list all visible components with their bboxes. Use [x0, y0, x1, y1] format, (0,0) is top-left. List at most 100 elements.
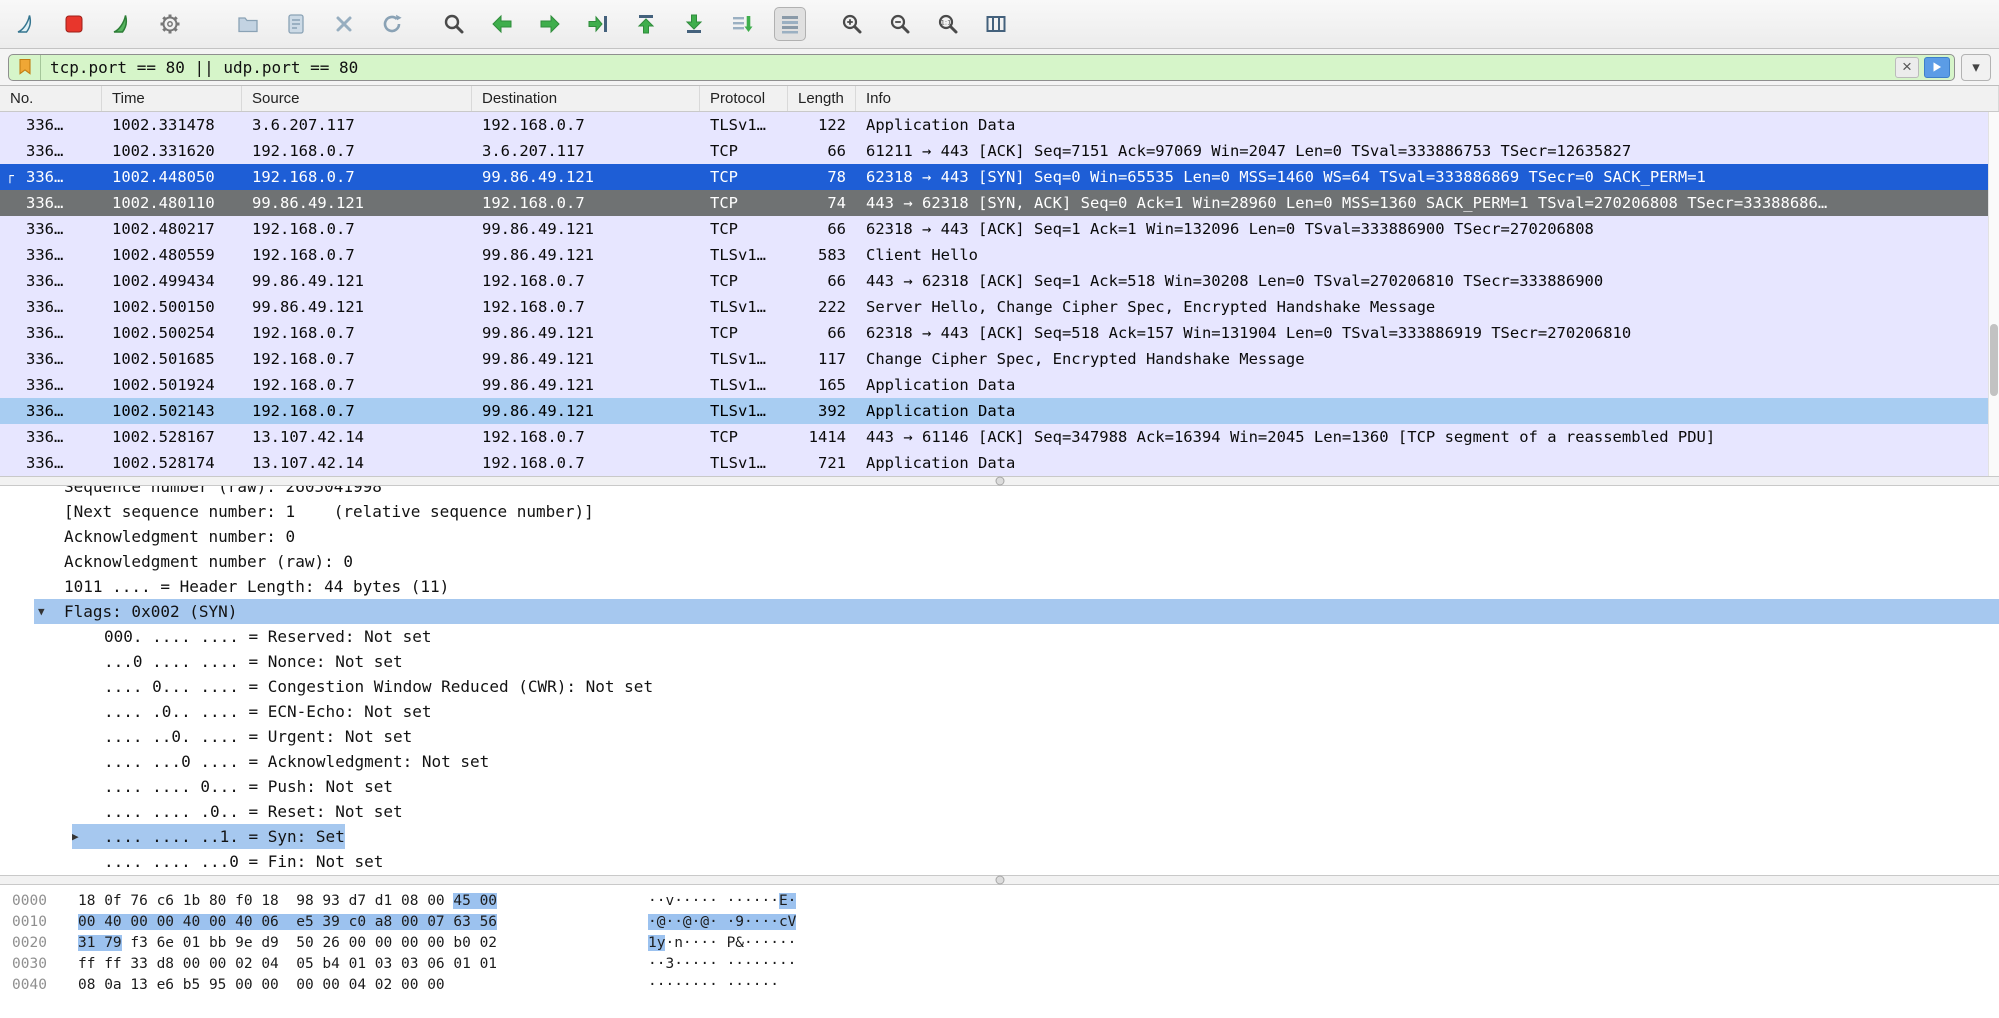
detail-row[interactable]: Sequence number (raw): 2605041998 — [0, 486, 1999, 499]
pane-splitter-2[interactable] — [0, 875, 1999, 885]
packet-row[interactable]: 336… 1002.499434 99.86.49.121 192.168.0.… — [0, 268, 1999, 294]
packet-row[interactable]: 336… 1002.528167 13.107.42.14 192.168.0.… — [0, 424, 1999, 450]
packet-row[interactable]: 336… 1002.501924 192.168.0.7 99.86.49.12… — [0, 372, 1999, 398]
expander-icon[interactable] — [38, 574, 64, 599]
detail-row[interactable]: .... .... ..1. = Syn: Set — [0, 824, 1999, 849]
detail-row[interactable]: Acknowledgment number (raw): 0 — [0, 549, 1999, 574]
expander-icon[interactable] — [38, 524, 64, 549]
column-header-destination[interactable]: Destination — [472, 86, 700, 111]
expander-icon[interactable] — [38, 486, 64, 499]
detail-row[interactable]: 1011 .... = Header Length: 44 bytes (11) — [0, 574, 1999, 599]
find-packet-button[interactable] — [438, 7, 470, 41]
capture-options-button[interactable] — [154, 7, 186, 41]
packet-row[interactable]: 336… 1002.502143 192.168.0.7 99.86.49.12… — [0, 398, 1999, 424]
zoom-out-button[interactable] — [884, 7, 916, 41]
expander-icon[interactable] — [72, 849, 104, 874]
cell-no-value: 336… — [26, 220, 63, 238]
column-header-source[interactable]: Source — [242, 86, 472, 111]
packet-details-pane: Sequence number (raw): 2605041998 [Next … — [0, 486, 1999, 875]
close-file-button[interactable] — [328, 7, 360, 41]
hex-row[interactable]: 0030 ff ff 33 d8 00 00 02 04 05 b4 01 03… — [12, 954, 1999, 975]
detail-row[interactable]: .... .... .0.. = Reset: Not set — [0, 799, 1999, 824]
stop-capture-button[interactable] — [58, 7, 90, 41]
detail-text: .... .... ..1. = Syn: Set — [104, 824, 345, 849]
packet-row[interactable]: 336… 1002.500150 99.86.49.121 192.168.0.… — [0, 294, 1999, 320]
hex-row[interactable]: 0010 00 40 00 00 40 00 40 06 e5 39 c0 a8… — [12, 912, 1999, 933]
column-header-time[interactable]: Time — [102, 86, 242, 111]
cell-destination: 192.168.0.7 — [472, 450, 700, 476]
hex-row[interactable]: 0020 31 79 f3 6e 01 bb 9e d9 50 26 00 00… — [12, 933, 1999, 954]
last-packet-button[interactable] — [678, 7, 710, 41]
display-filter-input[interactable]: tcp.port == 80 || udp.port == 80 — [41, 58, 1895, 77]
packet-row[interactable]: 336… 1002.480110 99.86.49.121 192.168.0.… — [0, 190, 1999, 216]
save-file-button[interactable] — [280, 7, 312, 41]
open-file-button[interactable] — [232, 7, 264, 41]
pane-splitter-1[interactable] — [0, 476, 1999, 486]
packet-row[interactable]: 336… 1002.500254 192.168.0.7 99.86.49.12… — [0, 320, 1999, 346]
cell-no-value: 336… — [26, 298, 63, 316]
expander-icon[interactable] — [72, 799, 104, 824]
go-to-packet-button[interactable] — [582, 7, 614, 41]
detail-row[interactable]: [Next sequence number: 1 (relative seque… — [0, 499, 1999, 524]
detail-row[interactable]: .... .0.. .... = ECN-Echo: Not set — [0, 699, 1999, 724]
packet-list-scrollbar[interactable] — [1988, 112, 1999, 476]
expander-icon[interactable] — [38, 599, 64, 624]
column-header-info[interactable]: Info — [856, 86, 1999, 111]
packet-row[interactable]: 336… 1002.331478 3.6.207.117 192.168.0.7… — [0, 112, 1999, 138]
column-header-no[interactable]: No. — [0, 86, 102, 111]
detail-text: .... 0... .... = Congestion Window Reduc… — [104, 674, 653, 699]
filter-clear-button[interactable]: × — [1895, 57, 1919, 78]
packet-row[interactable]: ┌336… 1002.448050 192.168.0.7 99.86.49.1… — [0, 164, 1999, 190]
auto-scroll-button[interactable] — [726, 7, 758, 41]
cell-source: 192.168.0.7 — [242, 216, 472, 242]
previous-packet-button[interactable] — [486, 7, 518, 41]
detail-text: Acknowledgment number: 0 — [64, 524, 295, 549]
expander-icon[interactable] — [38, 499, 64, 524]
hex-highlight: 45 00 — [453, 893, 497, 909]
detail-row[interactable]: .... .... 0... = Push: Not set — [0, 774, 1999, 799]
cell-length: 583 — [788, 242, 856, 268]
zoom-reset-button[interactable]: 1:1 — [932, 7, 964, 41]
expander-icon[interactable] — [72, 649, 104, 674]
packet-row[interactable]: 336… 1002.480217 192.168.0.7 99.86.49.12… — [0, 216, 1999, 242]
packet-row[interactable]: 336… 1002.528174 13.107.42.14 192.168.0.… — [0, 450, 1999, 476]
resize-columns-button[interactable] — [980, 7, 1012, 41]
detail-row[interactable]: 000. .... .... = Reserved: Not set — [0, 624, 1999, 649]
packet-row[interactable]: 336… 1002.480559 192.168.0.7 99.86.49.12… — [0, 242, 1999, 268]
detail-row[interactable]: .... ..0. .... = Urgent: Not set — [0, 724, 1999, 749]
expander-icon[interactable] — [72, 724, 104, 749]
detail-row[interactable]: .... .... ...0 = Fin: Not set — [0, 849, 1999, 874]
zoom-in-button[interactable] — [836, 7, 868, 41]
packet-row[interactable]: 336… 1002.501685 192.168.0.7 99.86.49.12… — [0, 346, 1999, 372]
detail-row[interactable]: ...0 .... .... = Nonce: Not set — [0, 649, 1999, 674]
filter-apply-button[interactable] — [1924, 57, 1950, 78]
expander-icon[interactable] — [72, 624, 104, 649]
expander-icon[interactable] — [72, 824, 104, 849]
hex-row[interactable]: 0000 18 0f 76 c6 1b 80 f0 18 98 93 d7 d1… — [12, 891, 1999, 912]
start-capture-button[interactable] — [10, 7, 42, 41]
expander-icon[interactable] — [72, 774, 104, 799]
hex-pre: 08 0a 13 e6 b5 95 00 00 00 00 04 02 00 0… — [78, 977, 445, 993]
colorize-button[interactable] — [774, 7, 806, 41]
detail-row[interactable]: Flags: 0x002 (SYN) — [34, 599, 1999, 624]
restart-capture-button[interactable] — [106, 7, 138, 41]
column-header-protocol[interactable]: Protocol — [700, 86, 788, 111]
detail-row[interactable]: .... 0... .... = Congestion Window Reduc… — [0, 674, 1999, 699]
expander-icon[interactable] — [72, 749, 104, 774]
next-packet-button[interactable] — [534, 7, 566, 41]
expander-icon[interactable] — [72, 674, 104, 699]
detail-row[interactable]: Acknowledgment number: 0 — [0, 524, 1999, 549]
cell-length: 721 — [788, 450, 856, 476]
first-packet-button[interactable] — [630, 7, 662, 41]
detail-row[interactable]: .... ...0 .... = Acknowledgment: Not set — [0, 749, 1999, 774]
packet-row[interactable]: 336… 1002.331620 192.168.0.7 3.6.207.117… — [0, 138, 1999, 164]
scrollbar-thumb[interactable] — [1990, 324, 1998, 396]
filter-dropdown-button[interactable]: ▾ — [1961, 54, 1991, 81]
hex-row[interactable]: 0040 08 0a 13 e6 b5 95 00 00 00 00 04 02… — [12, 975, 1999, 996]
column-header-length[interactable]: Length — [788, 86, 856, 111]
expander-icon[interactable] — [72, 699, 104, 724]
reload-button[interactable] — [376, 7, 408, 41]
filter-bookmark-button[interactable] — [9, 55, 41, 80]
display-filter-field[interactable]: tcp.port == 80 || udp.port == 80 × — [8, 54, 1955, 81]
expander-icon[interactable] — [38, 549, 64, 574]
